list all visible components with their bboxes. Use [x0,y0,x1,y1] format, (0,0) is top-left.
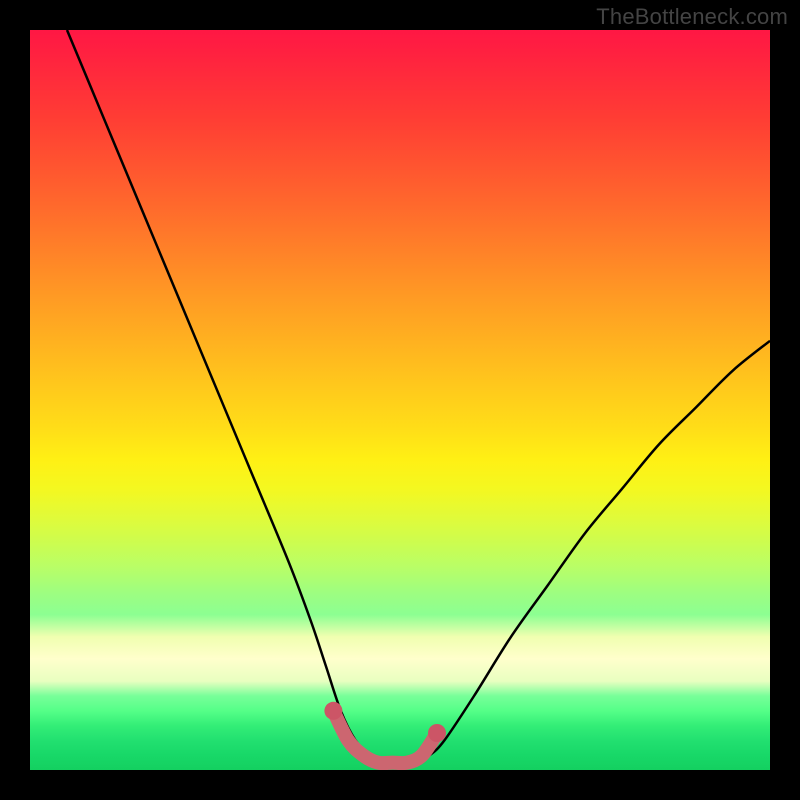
highlight-marker [324,702,342,720]
bottleneck-curve [67,30,770,763]
plot-area [30,30,770,770]
chart-svg [30,30,770,770]
watermark-text: TheBottleneck.com [596,4,788,30]
sweet-spot-highlight [333,711,437,763]
highlight-marker [428,724,446,742]
chart-frame: TheBottleneck.com [0,0,800,800]
